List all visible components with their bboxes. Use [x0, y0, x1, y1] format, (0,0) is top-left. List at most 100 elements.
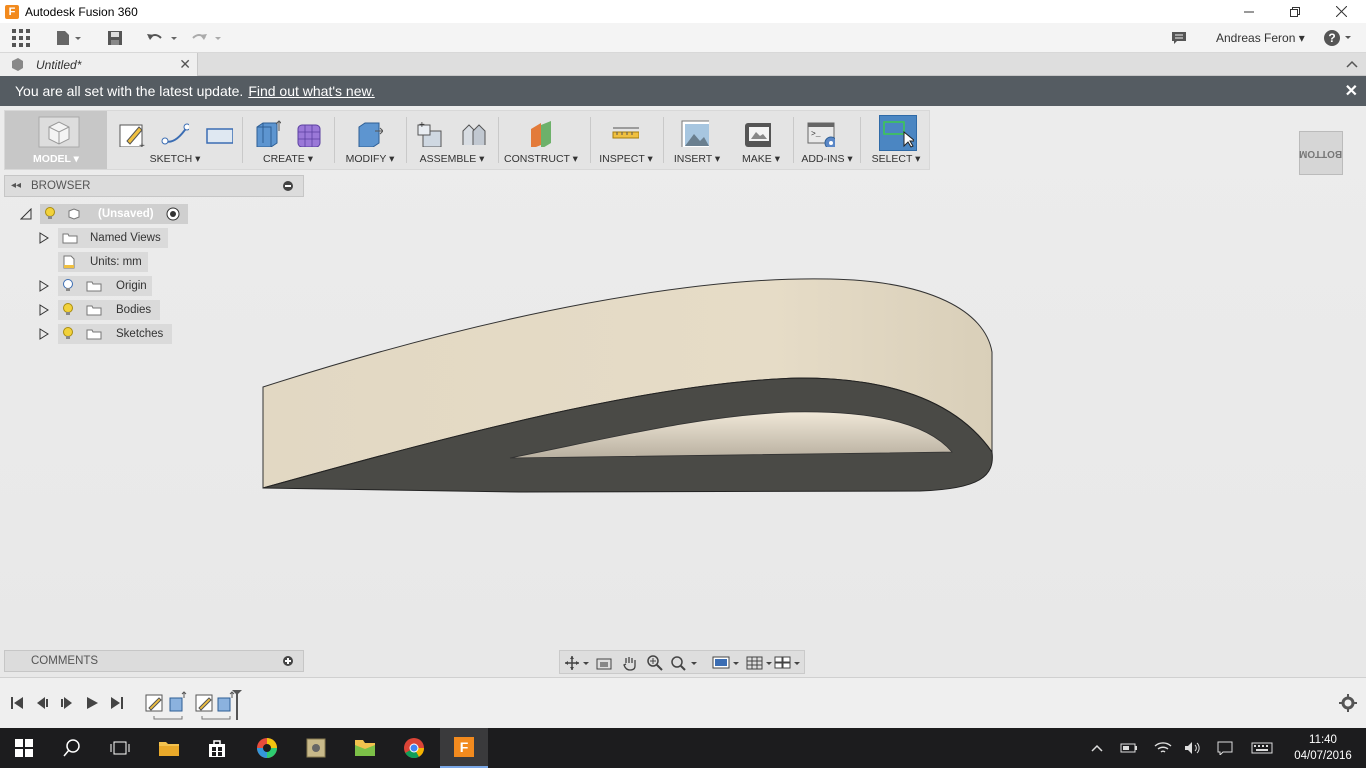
file-icon: [57, 31, 81, 45]
tree-item-origin[interactable]: Origin: [58, 276, 152, 296]
pan-button[interactable]: [621, 654, 639, 671]
data-panel-button[interactable]: [10, 27, 32, 49]
lightbulb-icon[interactable]: [62, 327, 74, 341]
add-comment-button[interactable]: [283, 656, 293, 666]
create-group[interactable]: CREATE ▾: [245, 111, 331, 169]
tree-root-unsaved[interactable]: (Unsaved): [40, 204, 188, 224]
tray-chevron-up-icon[interactable]: [1088, 739, 1106, 757]
restore-button[interactable]: [1272, 0, 1318, 23]
user-menu[interactable]: Andreas Feron ▾: [1216, 31, 1305, 45]
modify-label: MODIFY ▾: [345, 153, 395, 165]
view-cube[interactable]: BOTTOM: [1299, 131, 1343, 175]
color-app-button[interactable]: [243, 728, 291, 768]
expand-arrow-icon[interactable]: [38, 328, 50, 340]
collapse-browser-icon[interactable]: ◂◂: [11, 180, 21, 191]
document-tab[interactable]: Untitled* ✕: [0, 53, 198, 76]
tree-item-bodies[interactable]: Bodies: [58, 300, 160, 320]
look-at-button[interactable]: [595, 654, 613, 671]
addins-group[interactable]: >_ ADD-INS ▾: [795, 111, 859, 169]
banner-message: You are all set with the latest update.: [15, 83, 244, 99]
fit-button[interactable]: [670, 654, 700, 671]
expand-arrow-icon[interactable]: [38, 280, 50, 292]
step-back-icon[interactable]: [34, 695, 50, 711]
chrome-button[interactable]: [390, 728, 438, 768]
banner-close-button[interactable]: ✕: [1345, 81, 1358, 101]
make-group[interactable]: MAKE ▾: [729, 111, 793, 169]
battery-icon[interactable]: [1120, 739, 1138, 757]
help-button[interactable]: ?: [1322, 27, 1356, 49]
tree-item-named-views[interactable]: Named Views: [58, 228, 168, 248]
svg-text:F: F: [460, 739, 469, 755]
notifications-button[interactable]: [1168, 27, 1190, 49]
document-icon: [12, 58, 23, 71]
viewports-button[interactable]: [774, 654, 802, 671]
form-icon: [297, 124, 321, 147]
volume-icon[interactable]: [1184, 739, 1202, 757]
insert-group[interactable]: INSERT ▾: [665, 111, 729, 169]
folder-shortcut-icon: [355, 740, 375, 756]
browser-panel-header: ◂◂ BROWSER: [4, 175, 304, 197]
action-center-icon[interactable]: [1216, 739, 1234, 757]
orbit-button[interactable]: [564, 654, 590, 671]
search-button[interactable]: [48, 728, 96, 768]
timeline-features[interactable]: [142, 690, 246, 724]
save-button[interactable]: [104, 27, 126, 49]
go-to-end-icon[interactable]: [109, 695, 125, 711]
separator: [793, 117, 794, 163]
lightbulb-off-icon[interactable]: [62, 279, 74, 293]
go-to-start-icon[interactable]: [9, 695, 25, 711]
sketch-group[interactable]: + SKETCH ▾: [111, 111, 239, 169]
redo-button[interactable]: [190, 27, 226, 49]
lightbulb-icon[interactable]: [62, 303, 74, 317]
ribbon-toolbar: MODEL ▾ + SKETCH ▾ CREATE ▾ MODIFY ▾ + A…: [4, 110, 930, 170]
construct-group[interactable]: CONSTRUCT ▾: [501, 111, 581, 169]
keyboard-icon[interactable]: [1250, 739, 1274, 757]
folder-icon: [159, 742, 179, 756]
grid-settings-button[interactable]: [746, 654, 774, 671]
zoom-button[interactable]: [646, 654, 664, 671]
whats-new-link[interactable]: Find out what's new.: [248, 83, 374, 99]
file-menu-button[interactable]: [54, 27, 84, 49]
undo-button[interactable]: [144, 27, 180, 49]
store-button[interactable]: [193, 728, 241, 768]
select-label: SELECT ▾: [871, 153, 921, 165]
activate-radio-icon[interactable]: [166, 207, 180, 221]
lightbulb-icon[interactable]: [44, 207, 56, 221]
wifi-icon[interactable]: [1154, 739, 1172, 757]
timeline-settings-icon[interactable]: [1339, 694, 1357, 712]
inspect-group[interactable]: INSPECT ▾: [593, 111, 659, 169]
modify-group[interactable]: MODIFY ▾: [337, 111, 403, 169]
step-forward-icon[interactable]: [59, 695, 75, 711]
system-clock[interactable]: 11:40 04/07/2016: [1290, 732, 1356, 764]
task-view-button[interactable]: [96, 728, 144, 768]
units-icon: [63, 255, 75, 269]
select-group[interactable]: SELECT ▾: [863, 111, 929, 169]
task-view-icon: [110, 741, 130, 755]
3d-print-icon: [745, 123, 771, 147]
select-tool-button[interactable]: [879, 115, 917, 151]
svg-text:?: ?: [1328, 31, 1335, 45]
play-icon[interactable]: [84, 695, 100, 711]
fusion-app-icon: F: [5, 4, 19, 19]
workspace-switcher[interactable]: MODEL ▾: [5, 111, 107, 169]
close-window-button[interactable]: [1318, 0, 1364, 23]
folder-icon: [62, 233, 78, 244]
start-button[interactable]: [0, 728, 48, 768]
expand-arrow-icon[interactable]: [38, 232, 50, 244]
browser-minimize-button[interactable]: [283, 181, 293, 191]
folder-app-button[interactable]: [341, 728, 389, 768]
tree-expanded-icon[interactable]: [20, 208, 32, 220]
tree-item-units[interactable]: Units: mm: [58, 252, 148, 272]
insert-image-icon: [681, 120, 709, 147]
tree-item-sketches[interactable]: Sketches: [58, 324, 172, 344]
separator: [406, 117, 407, 163]
file-explorer-button[interactable]: [145, 728, 193, 768]
display-settings-button[interactable]: [712, 654, 742, 671]
close-tab-button[interactable]: ✕: [179, 56, 191, 73]
settings-app-button[interactable]: [292, 728, 340, 768]
chevron-up-icon[interactable]: [1346, 59, 1358, 69]
fusion-taskbar-button[interactable]: F: [440, 728, 488, 768]
assemble-group[interactable]: + ASSEMBLE ▾: [409, 111, 495, 169]
expand-arrow-icon[interactable]: [38, 304, 50, 316]
minimize-button[interactable]: [1226, 0, 1272, 23]
